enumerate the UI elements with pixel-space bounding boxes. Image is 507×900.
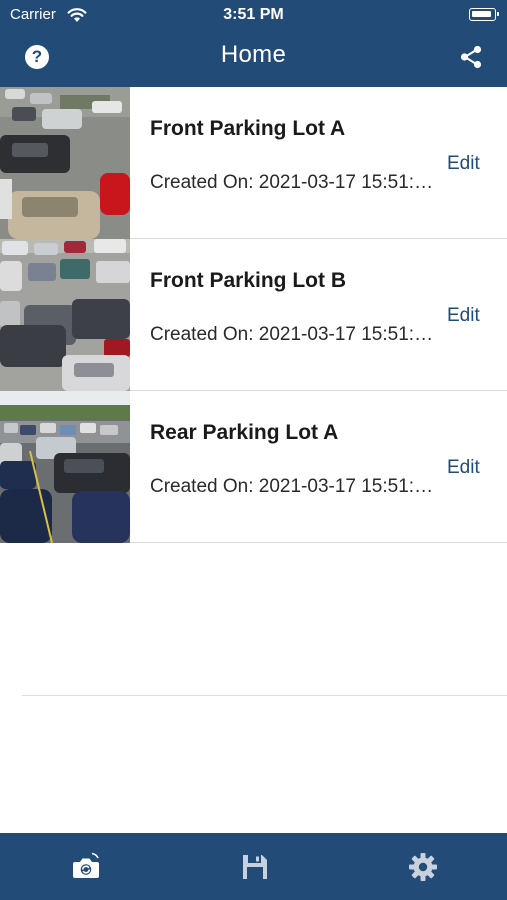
share-button[interactable] xyxy=(459,45,483,69)
lot-title: Front Parking Lot B xyxy=(150,269,346,292)
page-title: Home xyxy=(220,41,287,68)
lot-title: Front Parking Lot A xyxy=(150,117,346,140)
list-item[interactable]: Front Parking Lot A Edit Created On: 202… xyxy=(0,87,507,239)
lot-created-date: Created On: 2021-03-17 15:51:… xyxy=(150,476,434,497)
list-divider xyxy=(22,695,507,696)
floppy-disk-icon[interactable] xyxy=(240,852,270,882)
battery-icon xyxy=(469,8,499,21)
lot-title: Rear Parking Lot A xyxy=(150,421,339,444)
lot-thumbnail xyxy=(0,239,130,391)
lot-created-date: Created On: 2021-03-17 15:51:… xyxy=(150,172,434,193)
lot-created-date: Created On: 2021-03-17 15:51:… xyxy=(150,324,434,345)
parking-lot-list: Front Parking Lot A Edit Created On: 202… xyxy=(0,87,507,543)
top-bar: Carrier 3:51 PM ? Home xyxy=(0,0,507,87)
lot-thumbnail xyxy=(0,87,130,239)
list-item[interactable]: Rear Parking Lot A Edit Created On: 2021… xyxy=(0,391,507,543)
tab-bar xyxy=(0,833,507,900)
status-time: 3:51 PM xyxy=(223,6,284,23)
share-icon xyxy=(460,45,482,69)
camera-rotate-icon[interactable] xyxy=(71,852,101,882)
gear-icon[interactable] xyxy=(408,852,438,882)
lot-thumbnail xyxy=(0,391,130,543)
status-bar: Carrier 3:51 PM xyxy=(0,0,507,30)
list-item[interactable]: Front Parking Lot B Edit Created On: 202… xyxy=(0,239,507,391)
